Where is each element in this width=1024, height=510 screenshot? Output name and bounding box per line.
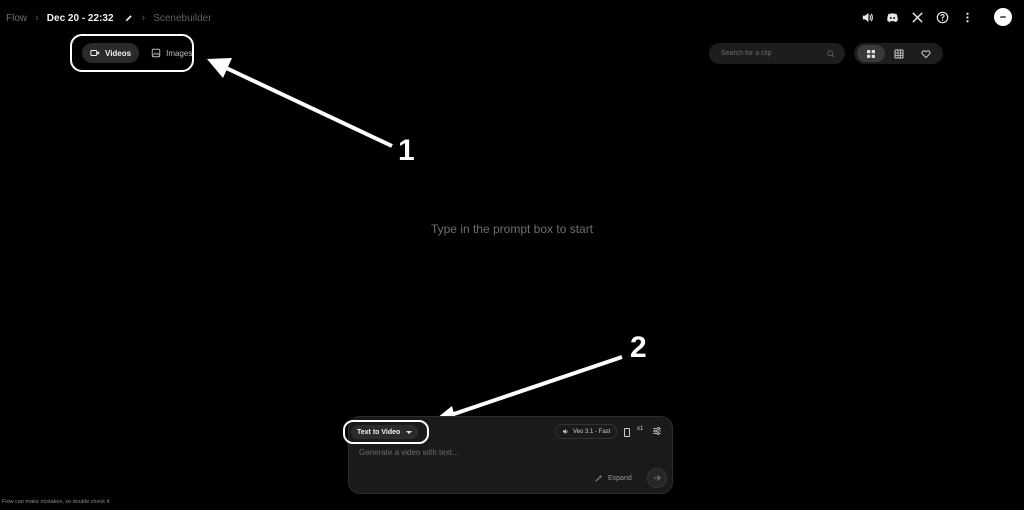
tab-videos[interactable]: Videos bbox=[82, 43, 140, 63]
flow-page: Flow › Dec 20 - 22:32 › Scenebuilder Vid… bbox=[0, 0, 1024, 510]
edit-title-icon[interactable] bbox=[124, 13, 134, 23]
annotation-number-2: 2 bbox=[630, 331, 647, 364]
table-view-icon bbox=[894, 49, 903, 58]
mode-selector-highlight: Text to Video bbox=[343, 420, 429, 444]
expand-button[interactable]: Expand bbox=[594, 472, 632, 484]
volume-icon[interactable] bbox=[855, 7, 880, 27]
prompt-box: Text to Video Veo 3.1 - Fast x1 Expand bbox=[343, 416, 673, 494]
breadcrumb-scene-link[interactable]: Scenebuilder bbox=[153, 13, 211, 24]
grid-view-icon bbox=[866, 49, 875, 58]
send-button[interactable] bbox=[647, 468, 667, 488]
breadcrumb-root-link[interactable]: Flow bbox=[6, 13, 27, 24]
output-count[interactable]: x1 bbox=[637, 426, 643, 432]
favorites-button[interactable] bbox=[912, 45, 940, 62]
prompt-input[interactable] bbox=[357, 447, 621, 458]
portrait-ratio-icon bbox=[624, 427, 630, 437]
mode-dropdown[interactable]: Text to Video bbox=[351, 425, 419, 439]
arrow-right-icon bbox=[654, 475, 661, 481]
settings-sliders-icon[interactable] bbox=[652, 426, 662, 436]
clip-search bbox=[709, 43, 845, 64]
media-type-toggle: Videos Images bbox=[70, 34, 194, 72]
more-vert-icon[interactable] bbox=[955, 7, 980, 27]
model-selector[interactable]: Veo 3.1 - Fast bbox=[555, 424, 617, 439]
breadcrumb-separator: › bbox=[35, 12, 39, 24]
disclaimer-text: Flow can make mistakes, so double check … bbox=[2, 499, 110, 505]
header-actions bbox=[855, 7, 1014, 27]
search-input[interactable] bbox=[719, 49, 823, 58]
grid-view-button[interactable] bbox=[857, 45, 885, 62]
model-label: Veo 3.1 - Fast bbox=[573, 428, 611, 435]
aspect-ratio-button[interactable] bbox=[623, 427, 631, 437]
search-icon bbox=[827, 49, 835, 58]
mode-label: Text to Video bbox=[357, 428, 401, 436]
sparkle-icon bbox=[595, 474, 603, 482]
expand-label: Expand bbox=[608, 474, 632, 482]
help-icon[interactable] bbox=[930, 7, 955, 27]
project-title[interactable]: Dec 20 - 22:32 bbox=[47, 13, 114, 24]
breadcrumb: Flow › Dec 20 - 22:32 › Scenebuilder bbox=[6, 10, 212, 26]
caret-down-icon bbox=[406, 430, 413, 434]
discord-icon[interactable] bbox=[880, 7, 905, 27]
volume-icon bbox=[562, 429, 568, 434]
table-view-button[interactable] bbox=[885, 45, 913, 62]
tab-images[interactable]: Images bbox=[143, 43, 200, 63]
breadcrumb-separator: › bbox=[141, 12, 146, 24]
heart-icon bbox=[921, 49, 931, 58]
image-icon bbox=[151, 48, 161, 58]
video-icon bbox=[90, 50, 100, 56]
tab-images-label: Images bbox=[166, 48, 193, 58]
x-icon[interactable] bbox=[905, 7, 930, 27]
annotation-number-1: 1 bbox=[398, 134, 415, 167]
empty-state-message: Type in the prompt box to start bbox=[430, 222, 594, 236]
tab-videos-label: Videos bbox=[105, 48, 132, 58]
view-options bbox=[854, 43, 943, 64]
avatar[interactable] bbox=[994, 8, 1012, 26]
